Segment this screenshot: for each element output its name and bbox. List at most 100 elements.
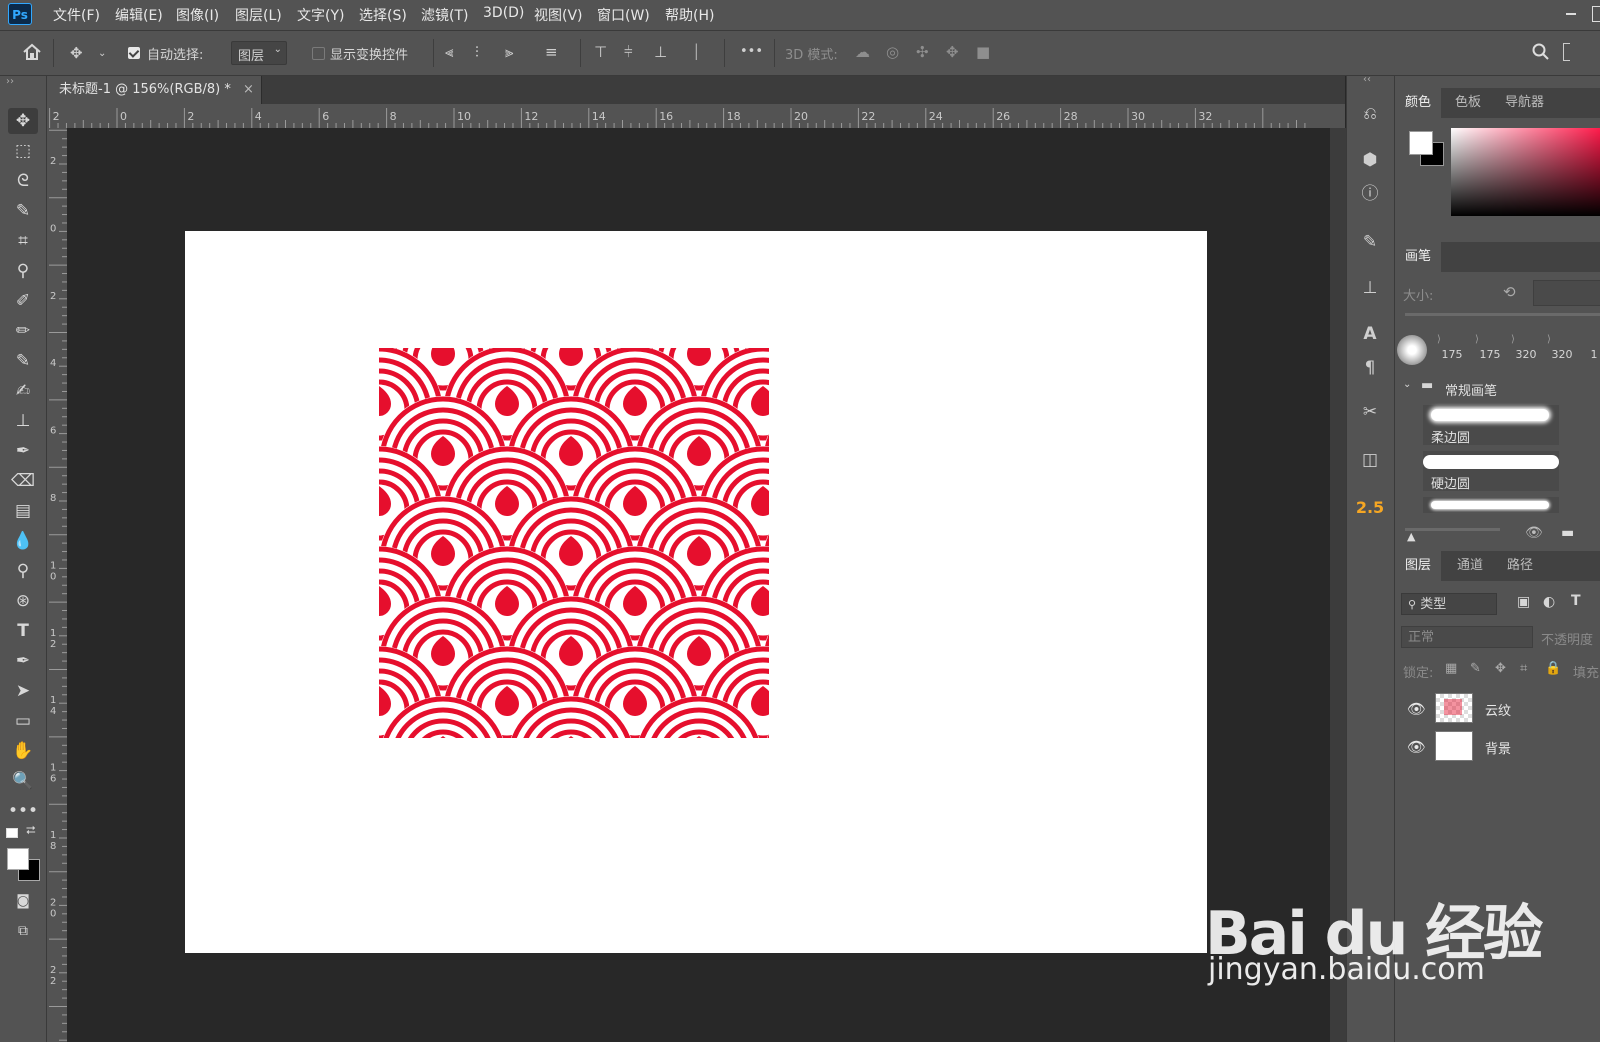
align-top-icon[interactable]: ⊤: [594, 43, 607, 61]
pen-tool-icon[interactable]: ✒: [8, 648, 38, 674]
clone-stamp-tool-icon[interactable]: ✎: [8, 348, 38, 374]
menu-window[interactable]: 窗口(W): [597, 5, 650, 25]
swap-colors-icon[interactable]: ⮂: [26, 823, 36, 838]
type-filter-icon[interactable]: T: [1571, 593, 1581, 609]
menu-edit[interactable]: 编辑(E): [115, 5, 163, 25]
auto-select-checkbox[interactable]: [128, 47, 140, 59]
lock-transparent-icon[interactable]: ▦: [1445, 661, 1457, 676]
eyedropper-tool-icon[interactable]: ⚲: [8, 258, 38, 284]
quick-select-tool-icon[interactable]: ✎: [8, 198, 38, 224]
path-selection-tool-icon[interactable]: ➤: [8, 678, 38, 704]
align-right-icon[interactable]: ⫸: [505, 43, 513, 61]
layer-filter-dropdown[interactable]: ⚲ 类型: [1401, 593, 1497, 615]
eraser-tool-icon[interactable]: ⌫: [8, 468, 38, 494]
art-history-brush-icon[interactable]: ✒: [8, 438, 38, 464]
tab-channels[interactable]: 通道: [1447, 551, 1493, 581]
character-panel-icon[interactable]: A: [1355, 320, 1385, 348]
menu-help[interactable]: 帮助(H): [665, 5, 714, 25]
move-tool-icon[interactable]: ✥: [8, 108, 38, 134]
layer-row[interactable]: 👁 云纹: [1395, 690, 1600, 728]
properties-panel-icon[interactable]: ◫: [1355, 446, 1385, 474]
brush-preset-third[interactable]: [1423, 497, 1559, 513]
maximize-icon[interactable]: [1592, 6, 1600, 22]
foreground-color-swatch[interactable]: [7, 848, 29, 870]
history-brush-tool-icon[interactable]: ✍: [8, 378, 38, 404]
visibility-eye-icon[interactable]: 👁: [1407, 738, 1426, 756]
menu-file[interactable]: 文件(F): [53, 5, 100, 25]
3d-panel-icon[interactable]: ⬢: [1355, 146, 1385, 174]
menu-layer[interactable]: 图层(L): [235, 5, 282, 25]
marquee-tool-icon[interactable]: ⬚: [8, 138, 38, 164]
screen-mode-icon[interactable]: ⧉: [8, 918, 38, 944]
brush-size-5[interactable]: 1: [1577, 348, 1600, 361]
menu-view[interactable]: 视图(V): [534, 5, 583, 25]
image-filter-icon[interactable]: ▣: [1517, 594, 1530, 610]
soft-brush-preview[interactable]: [1397, 335, 1427, 365]
version-badge[interactable]: 2.5: [1355, 494, 1385, 522]
adjustment-filter-icon[interactable]: ◐: [1543, 594, 1555, 610]
more-options-icon[interactable]: •••: [740, 43, 763, 61]
tab-paths[interactable]: 路径: [1497, 551, 1543, 581]
collapse-icon[interactable]: ››: [6, 76, 14, 87]
chevron-down-icon[interactable]: ⌄: [1403, 379, 1411, 390]
dodge-tool-icon[interactable]: ⚲: [8, 558, 38, 584]
crop-tool-icon[interactable]: ⌗: [8, 228, 38, 254]
tab-layers[interactable]: 图层: [1395, 551, 1442, 581]
align-hcenter-icon[interactable]: ⫶: [475, 43, 479, 61]
sponge-tool-icon[interactable]: ⊛: [8, 588, 38, 614]
visibility-eye-icon[interactable]: 👁: [1407, 700, 1426, 718]
brush-size-4[interactable]: 320: [1545, 348, 1579, 361]
brush-settings-icon[interactable]: ✎: [1355, 228, 1385, 256]
brush-size-slider[interactable]: [1405, 313, 1600, 316]
brush-tool-icon[interactable]: ✏: [8, 318, 38, 344]
lock-artboard-icon[interactable]: ⌗: [1520, 661, 1527, 676]
document-canvas[interactable]: [185, 231, 1207, 953]
brush-size-3[interactable]: 320: [1509, 348, 1543, 361]
default-colors-icon[interactable]: [6, 828, 18, 838]
align-vcenter-icon[interactable]: ⫩: [624, 43, 633, 61]
color-picker-field[interactable]: [1451, 128, 1600, 216]
gradient-tool-icon[interactable]: ▤: [8, 498, 38, 524]
canvas-area[interactable]: [67, 128, 1330, 1042]
3d-slide-icon[interactable]: ✥: [946, 43, 959, 61]
menu-filter[interactable]: 滤镜(T): [421, 5, 468, 25]
3d-camera-icon[interactable]: ■: [976, 43, 990, 61]
history-panel-icon[interactable]: ⎌: [1355, 100, 1385, 128]
stamp-tool-icon[interactable]: ⊥: [8, 408, 38, 434]
zoom-tool-icon[interactable]: 🔍: [8, 768, 38, 794]
menu-select[interactable]: 选择(S): [359, 5, 407, 25]
align-bottom-icon[interactable]: ⊥: [654, 43, 667, 61]
brush-preview-slider[interactable]: [1405, 528, 1500, 531]
lock-pixels-icon[interactable]: ✎: [1470, 661, 1481, 676]
lasso-tool-icon[interactable]: ᘓ: [8, 168, 38, 194]
rectangle-tool-icon[interactable]: ▭: [8, 708, 38, 734]
menu-3d[interactable]: 3D(D): [483, 5, 524, 21]
3d-orbit-icon[interactable]: ☁: [855, 43, 870, 61]
tab-brushes[interactable]: 画笔: [1395, 242, 1442, 272]
brush-preset-soft-round[interactable]: 柔边圆: [1423, 405, 1559, 446]
clone-source-icon[interactable]: ⊥: [1355, 274, 1385, 302]
close-icon[interactable]: ×: [243, 76, 254, 104]
blend-mode-dropdown[interactable]: 正常: [1401, 626, 1533, 648]
tab-color[interactable]: 颜色: [1395, 88, 1442, 118]
hand-tool-icon[interactable]: ✋: [8, 738, 38, 764]
distribute-vertical-icon[interactable]: ⏐: [692, 43, 701, 61]
panel-foreground-swatch[interactable]: [1409, 131, 1433, 155]
brush-size-2[interactable]: 175: [1473, 348, 1507, 361]
blur-tool-icon[interactable]: 💧: [8, 528, 38, 554]
chevron-down-icon[interactable]: ⌄: [98, 45, 106, 63]
healing-brush-tool-icon[interactable]: ✐: [8, 288, 38, 314]
collapse-icon[interactable]: ‹‹: [1363, 74, 1371, 85]
home-icon[interactable]: [22, 43, 42, 61]
brush-preset-hard-round[interactable]: 硬边圆: [1423, 451, 1559, 492]
brush-group-name[interactable]: 常规画笔: [1445, 380, 1497, 399]
tool-presets-icon[interactable]: ✂: [1355, 398, 1385, 426]
slider-handle-icon[interactable]: ▲: [1407, 530, 1415, 543]
toggle-preview-icon[interactable]: 👁: [1525, 525, 1543, 541]
search-icon[interactable]: [1532, 43, 1550, 61]
edit-toolbar-icon[interactable]: •••: [8, 798, 38, 824]
menu-image[interactable]: 图像(I): [176, 5, 219, 25]
paragraph-panel-icon[interactable]: ¶: [1355, 354, 1385, 382]
tab-navigator[interactable]: 导航器: [1495, 88, 1554, 118]
reset-icon[interactable]: ⟲: [1503, 283, 1516, 301]
